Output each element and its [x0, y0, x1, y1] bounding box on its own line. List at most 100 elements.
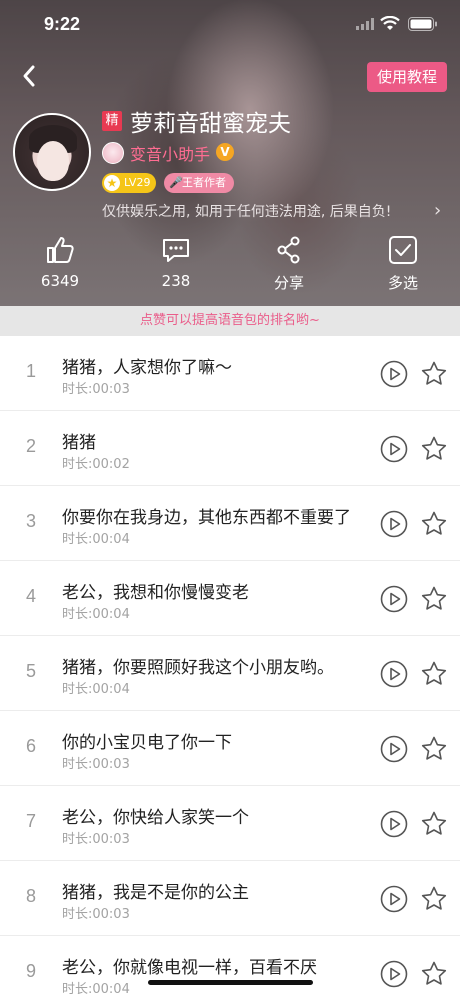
star-outline-icon	[421, 961, 447, 985]
role-badge: 🎤 王者作者	[164, 173, 234, 193]
item-number: 4	[25, 586, 36, 606]
list-item[interactable]: 3 你要你在我身边，其他东西都不重要了 时长:00:04	[0, 486, 460, 561]
favorite-button[interactable]	[420, 660, 448, 688]
favorite-button[interactable]	[420, 885, 448, 913]
play-button[interactable]	[380, 885, 408, 913]
play-button[interactable]	[380, 735, 408, 763]
play-circle-icon	[380, 660, 408, 688]
signal-icon	[356, 18, 374, 30]
item-title: 猪猪，我是不是你的公主	[62, 883, 249, 903]
star-icon: ★	[104, 175, 120, 191]
play-circle-icon	[380, 735, 408, 763]
list-item[interactable]: 2 猪猪时长:00:02	[0, 411, 460, 486]
comment-button[interactable]: 238	[141, 234, 211, 290]
item-number: 2	[25, 436, 36, 456]
item-duration: 时长:00:04	[62, 682, 130, 697]
share-label: 分享	[273, 274, 304, 292]
item-title: 老公，你快给人家笑一个	[62, 808, 249, 828]
like-button[interactable]: 6349	[25, 234, 95, 290]
favorite-button[interactable]	[420, 510, 448, 538]
list-item[interactable]: 6 你的小宝贝电了你一下时长:00:03	[0, 711, 460, 786]
star-outline-icon	[421, 586, 447, 610]
share-button[interactable]: 分享	[254, 234, 324, 293]
play-button[interactable]	[380, 660, 408, 688]
item-title: 老公，我想和你慢慢变老	[62, 583, 249, 603]
checkbox-icon	[389, 236, 417, 264]
item-title: 猪猪	[62, 433, 96, 453]
item-duration: 时长:00:04	[62, 982, 130, 996]
item-number: 6	[25, 736, 36, 756]
favorite-button[interactable]	[420, 360, 448, 388]
list-item[interactable]: 9 老公，你就像电视一样，百看不厌 时长:00:04	[0, 936, 460, 996]
play-button[interactable]	[380, 360, 408, 388]
item-number: 7	[25, 811, 36, 831]
favorite-button[interactable]	[420, 735, 448, 763]
play-button[interactable]	[380, 810, 408, 838]
comment-count: 238	[161, 272, 191, 290]
play-circle-icon	[380, 585, 408, 613]
play-circle-icon	[380, 960, 408, 988]
favorite-button[interactable]	[420, 960, 448, 988]
item-number: 3	[25, 511, 36, 531]
like-count: 6349	[40, 272, 80, 290]
verified-badge: V	[216, 143, 234, 161]
item-number: 9	[25, 961, 36, 981]
chevron-left-icon	[23, 65, 35, 87]
star-outline-icon	[421, 361, 447, 385]
item-duration: 时长:00:02	[62, 457, 130, 472]
play-circle-icon	[380, 510, 408, 538]
play-circle-icon	[380, 360, 408, 388]
list-item[interactable]: 4 老公，我想和你慢慢变老时长:00:04	[0, 561, 460, 636]
voice-pack-header: 9:22 使用教程 精 萝莉音甜蜜宠夫 变音小助手 V ★ LV29 🎤 王者作…	[0, 0, 460, 306]
favorite-button[interactable]	[420, 810, 448, 838]
star-outline-icon	[421, 736, 447, 760]
item-title: 你的小宝贝电了你一下	[62, 733, 232, 753]
play-circle-icon	[380, 435, 408, 463]
level-badge: ★ LV29	[102, 173, 156, 193]
item-duration: 时长:00:03	[62, 907, 130, 922]
item-number: 8	[25, 886, 36, 906]
chevron-right-icon[interactable]: ›	[434, 200, 441, 221]
mic-icon: 🎤	[169, 176, 183, 189]
share-icon	[277, 236, 300, 264]
item-duration: 时长:00:03	[62, 382, 130, 397]
item-duration: 时长:00:03	[62, 757, 130, 772]
comment-icon	[163, 239, 189, 262]
item-title: 你要你在我身边，其他东西都不重要了	[62, 508, 351, 528]
favorite-button[interactable]	[420, 435, 448, 463]
star-outline-icon	[421, 661, 447, 685]
item-number: 1	[25, 361, 36, 381]
star-outline-icon	[421, 886, 447, 910]
status-time: 9:22	[44, 14, 81, 34]
author-name[interactable]: 变音小助手	[130, 141, 210, 165]
disclaimer-text[interactable]: 仅供娱乐之用, 如用于任何违法用途, 后果自负!	[102, 201, 391, 221]
item-title: 猪猪，人家想你了嘛～	[62, 358, 232, 378]
play-button[interactable]	[380, 960, 408, 988]
list-item[interactable]: 1 猪猪，人家想你了嘛～ 时长:00:03	[0, 336, 460, 411]
list-item[interactable]: 7 老公，你快给人家笑一个时长:00:03	[0, 786, 460, 861]
play-circle-icon	[380, 810, 408, 838]
item-duration: 时长:00:03	[62, 832, 130, 847]
play-circle-icon	[380, 885, 408, 913]
item-title: 猪猪，你要照顾好我这个小朋友哟。	[62, 658, 334, 678]
wifi-icon	[380, 16, 400, 30]
favorite-button[interactable]	[420, 585, 448, 613]
item-duration: 时长:00:04	[62, 607, 130, 622]
back-button[interactable]	[16, 62, 44, 90]
home-indicator[interactable]	[148, 980, 313, 985]
play-button[interactable]	[380, 510, 408, 538]
multi-select-button[interactable]: 多选	[368, 234, 438, 293]
play-button[interactable]	[380, 585, 408, 613]
star-outline-icon	[421, 436, 447, 460]
list-item[interactable]: 8 猪猪，我是不是你的公主时长:00:03	[0, 861, 460, 936]
status-icons	[356, 14, 440, 34]
tutorial-button[interactable]: 使用教程	[367, 62, 447, 92]
list-item[interactable]: 5 猪猪，你要照顾好我这个小朋友哟。 时长:00:04	[0, 636, 460, 711]
role-text: 王者作者	[182, 176, 226, 189]
voice-pack-cover	[13, 113, 91, 191]
play-button[interactable]	[380, 435, 408, 463]
multi-select-label: 多选	[387, 274, 418, 292]
thumbs-up-icon	[47, 237, 74, 263]
author-avatar[interactable]	[102, 142, 124, 164]
featured-tag: 精	[102, 111, 122, 131]
